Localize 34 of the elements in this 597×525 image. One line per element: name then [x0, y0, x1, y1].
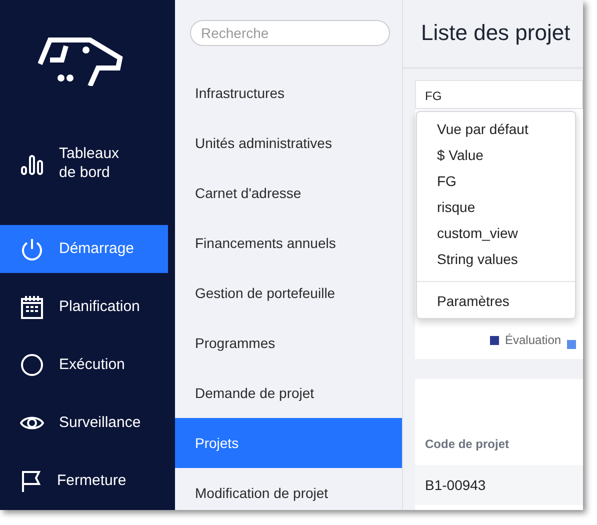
nav-item[interactable]: Exécution: [0, 336, 168, 394]
view-option[interactable]: $ Value: [417, 142, 575, 168]
view-option[interactable]: custom_view: [417, 220, 575, 246]
subnav-item[interactable]: Gestion de portefeuille: [175, 268, 402, 318]
subnav-item[interactable]: Modification de projet: [175, 468, 402, 510]
flag-icon: [20, 469, 42, 494]
power-icon: [20, 237, 44, 262]
subnav-item[interactable]: Carnet d'adresse: [175, 168, 402, 218]
view-option[interactable]: String values: [417, 246, 575, 272]
search-field[interactable]: Recherche: [190, 20, 390, 46]
legend-label: Évaluation: [505, 332, 562, 349]
view-option[interactable]: Vue par défaut: [417, 116, 575, 142]
subnav-item[interactable]: Demande de projet: [175, 368, 402, 418]
subnav-item[interactable]: Unités administratives: [175, 118, 402, 168]
circle-icon: [20, 353, 44, 378]
view-option[interactable]: risque: [417, 194, 575, 220]
nav-item[interactable]: Surveillance: [0, 394, 168, 452]
view-select[interactable]: FG: [415, 80, 583, 109]
nav-item[interactable]: Tableaux de bord: [0, 116, 168, 212]
settings-menu-item[interactable]: Paramètres: [417, 288, 575, 314]
subnav-item[interactable]: Infrastructures: [175, 68, 402, 118]
subnav-item[interactable]: Programmes: [175, 318, 402, 368]
table-cell-text: B1-00943: [425, 476, 486, 494]
page-title: Liste des projet: [420, 19, 572, 47]
column-header: Code de projet: [424, 436, 510, 453]
calendar-icon: [20, 295, 44, 320]
nav-item[interactable]: Démarrage: [0, 225, 168, 274]
nav-item[interactable]: Fermeture: [0, 452, 168, 510]
eye-icon: [20, 415, 44, 432]
subnav-item[interactable]: Projets: [175, 418, 402, 468]
nav-item[interactable]: Planification: [0, 278, 168, 336]
subnav-item[interactable]: Financements annuels: [175, 218, 402, 268]
bar-chart-icon: [20, 153, 44, 175]
view-option[interactable]: FG: [417, 168, 575, 194]
